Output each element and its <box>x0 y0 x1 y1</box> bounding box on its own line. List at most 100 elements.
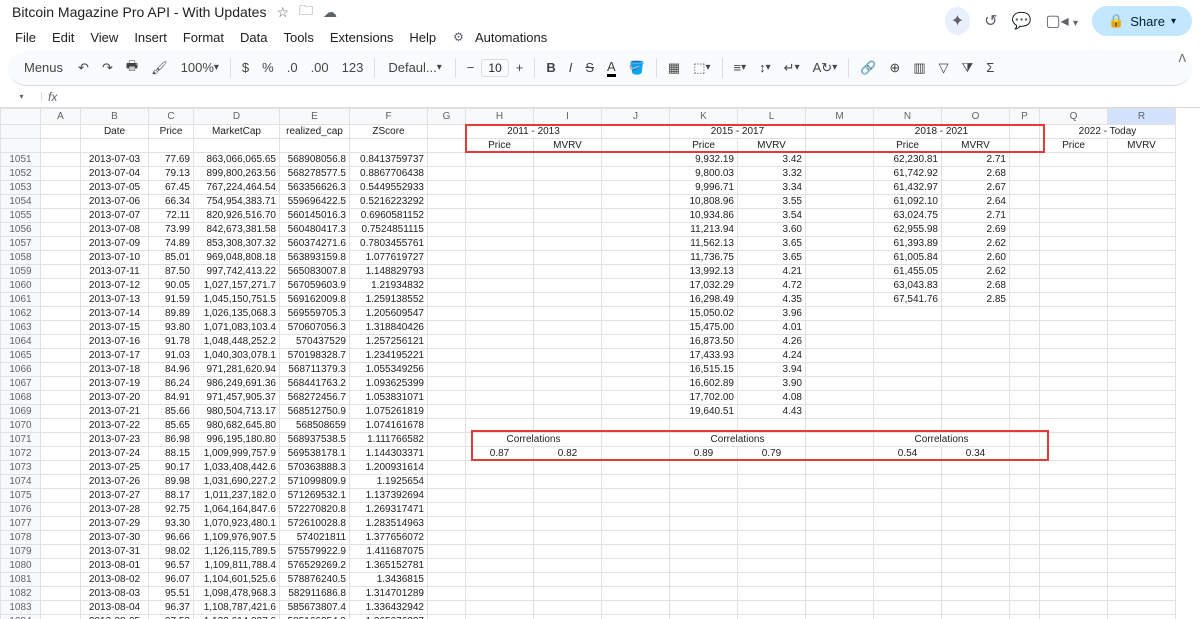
cell[interactable]: 0.79 <box>738 447 806 461</box>
cell[interactable] <box>1040 587 1108 601</box>
cell[interactable] <box>194 139 280 153</box>
halign-button[interactable]: ≡ ▾ <box>728 56 753 79</box>
cell[interactable] <box>41 405 81 419</box>
row-header[interactable]: 1056 <box>1 223 41 237</box>
cell[interactable] <box>1010 195 1040 209</box>
collapse-toolbar-button[interactable]: ᐱ <box>1178 52 1186 65</box>
cell[interactable]: 17,433.93 <box>670 349 738 363</box>
cell[interactable]: 96.37 <box>149 601 194 615</box>
cell[interactable] <box>874 531 942 545</box>
cell[interactable] <box>428 601 466 615</box>
cell[interactable] <box>1010 153 1040 167</box>
cell[interactable] <box>670 475 738 489</box>
menu-extensions[interactable]: Extensions <box>323 26 401 49</box>
cell[interactable] <box>534 587 602 601</box>
cell[interactable] <box>41 391 81 405</box>
cell[interactable] <box>41 279 81 293</box>
col-header-K[interactable]: K <box>670 109 738 125</box>
cell[interactable]: 560480417.3 <box>280 223 350 237</box>
menu-insert[interactable]: Insert <box>127 26 174 49</box>
cell[interactable] <box>466 559 534 573</box>
cell[interactable]: 0.6960581152 <box>350 209 428 223</box>
cell[interactable] <box>534 405 602 419</box>
cell[interactable]: 79.13 <box>149 167 194 181</box>
cell[interactable] <box>428 475 466 489</box>
col-header-C[interactable]: C <box>149 109 194 125</box>
cell[interactable]: 2.67 <box>942 181 1010 195</box>
cell[interactable] <box>1108 615 1176 619</box>
cell[interactable]: 73.99 <box>149 223 194 237</box>
cell[interactable] <box>428 139 466 153</box>
cell[interactable] <box>874 335 942 349</box>
cell[interactable]: Price <box>670 139 738 153</box>
cell[interactable] <box>41 573 81 587</box>
cell[interactable] <box>670 489 738 503</box>
cell[interactable]: 0.87 <box>466 447 534 461</box>
cell[interactable] <box>428 335 466 349</box>
chart-button[interactable]: ▥ <box>907 56 931 80</box>
formula-input[interactable] <box>63 90 1200 104</box>
cell[interactable]: MVRV <box>1108 139 1176 153</box>
cell[interactable] <box>466 573 534 587</box>
cell[interactable] <box>81 139 149 153</box>
cell[interactable]: 1.137392694 <box>350 489 428 503</box>
cell[interactable] <box>806 447 874 461</box>
row-header[interactable]: 1077 <box>1 517 41 531</box>
cell[interactable] <box>874 615 942 619</box>
cell[interactable] <box>1010 349 1040 363</box>
cell[interactable] <box>1040 559 1108 573</box>
font-size-plus[interactable]: + <box>510 56 530 79</box>
cell[interactable]: 89.89 <box>149 307 194 321</box>
italic-button[interactable]: I <box>563 56 579 79</box>
cell[interactable]: MVRV <box>738 139 806 153</box>
cell[interactable] <box>1040 167 1108 181</box>
cell[interactable]: 3.65 <box>738 251 806 265</box>
cell[interactable] <box>874 545 942 559</box>
cell[interactable] <box>1108 223 1176 237</box>
cell[interactable] <box>874 489 942 503</box>
cell[interactable] <box>1108 293 1176 307</box>
cell[interactable] <box>41 587 81 601</box>
cell[interactable]: 971,281,620.94 <box>194 363 280 377</box>
cell[interactable]: 571099809.9 <box>280 475 350 489</box>
cell[interactable] <box>428 251 466 265</box>
cell[interactable] <box>428 503 466 517</box>
cell[interactable] <box>670 545 738 559</box>
cell[interactable] <box>534 349 602 363</box>
cell[interactable]: 3.96 <box>738 307 806 321</box>
cell[interactable]: 2013-08-04 <box>81 601 149 615</box>
cell[interactable]: Price <box>1040 139 1108 153</box>
cell[interactable] <box>806 153 874 167</box>
cell[interactable] <box>41 377 81 391</box>
cell[interactable] <box>534 237 602 251</box>
cell[interactable] <box>738 419 806 433</box>
cell[interactable] <box>41 307 81 321</box>
cell[interactable]: 74.89 <box>149 237 194 251</box>
cell[interactable] <box>806 181 874 195</box>
cell[interactable]: 560374271.6 <box>280 237 350 251</box>
select-all-corner[interactable] <box>1 109 41 125</box>
cell[interactable]: 91.78 <box>149 335 194 349</box>
cell[interactable]: 2.62 <box>942 265 1010 279</box>
cell[interactable] <box>1040 335 1108 349</box>
cell[interactable]: 568908056.8 <box>280 153 350 167</box>
row-header[interactable]: 1074 <box>1 475 41 489</box>
cell[interactable] <box>1010 573 1040 587</box>
row-header[interactable]: 1083 <box>1 601 41 615</box>
cell[interactable] <box>602 559 670 573</box>
cell[interactable] <box>942 377 1010 391</box>
cell[interactable]: 1,048,448,252.2 <box>194 335 280 349</box>
cell[interactable] <box>602 545 670 559</box>
cell[interactable] <box>942 335 1010 349</box>
cell[interactable]: 63,024.75 <box>874 209 942 223</box>
cell[interactable] <box>534 461 602 475</box>
percent-button[interactable]: % <box>256 56 280 79</box>
cell[interactable]: 1.205609547 <box>350 307 428 321</box>
cell[interactable]: 61,455.05 <box>874 265 942 279</box>
cell[interactable] <box>874 587 942 601</box>
cell[interactable] <box>806 545 874 559</box>
cell[interactable]: 3.32 <box>738 167 806 181</box>
cell[interactable] <box>41 447 81 461</box>
cell[interactable]: 89.98 <box>149 475 194 489</box>
cell[interactable] <box>602 531 670 545</box>
